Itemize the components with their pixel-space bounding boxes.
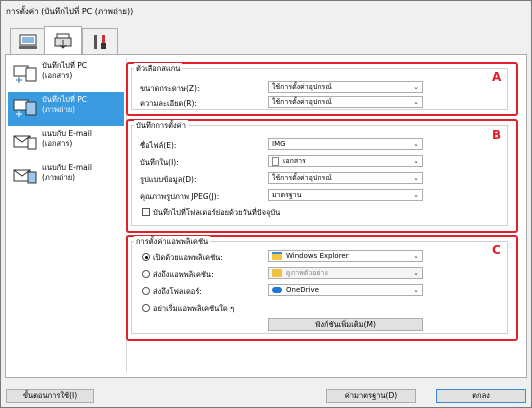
no-app-label: อย่าเริ่มแอพพลิเคชันใด ๆ bbox=[153, 304, 235, 313]
section-letter-a: A bbox=[492, 70, 502, 84]
sidebar-item-email-document[interactable]: แนบกับ E-mail (เอกสาร) bbox=[8, 126, 124, 160]
resolution-label: ความละเอียด(R): bbox=[140, 99, 197, 108]
save-in-value: เอกสาร bbox=[283, 156, 306, 165]
chevron-down-icon: ⌄ bbox=[413, 140, 419, 148]
send-to-folder-value: OneDrive bbox=[286, 286, 319, 294]
tab-general-settings[interactable] bbox=[82, 28, 118, 54]
file-name-value: IMG bbox=[272, 140, 286, 148]
send-to-folder-label: ส่งถึงโฟลเดอร์: bbox=[153, 287, 202, 296]
chevron-down-icon: ⌄ bbox=[413, 157, 419, 165]
app-settings-title: การตั้งค่าแอพพลิเคชัน bbox=[134, 236, 211, 248]
file-name-input[interactable]: IMG ⌄ bbox=[268, 138, 423, 150]
open-with-app-label: เปิดด้วยแอพพลิเคชัน: bbox=[153, 253, 223, 262]
jpeg-quality-select[interactable]: มาตรฐาน ⌄ bbox=[268, 189, 423, 201]
jpeg-quality-label: คุณภาพรูปภาพ JPEG(J): bbox=[140, 192, 220, 201]
section-letter-c: C bbox=[492, 243, 501, 257]
scan-options-title: ตัวเลือกสแกน bbox=[134, 63, 183, 75]
save-settings-title: บันทึกการตั้งค่า bbox=[134, 120, 188, 132]
send-to-folder-select[interactable]: OneDrive ⌄ bbox=[268, 284, 423, 296]
save-to-pc-photo-icon bbox=[13, 99, 37, 117]
document-folder-icon bbox=[272, 156, 279, 166]
more-functions-button[interactable]: ฟังก์ชันเพิ่มเติม(M) bbox=[268, 318, 423, 331]
sidebar: บันทึกไปที่ PC (เอกสาร) บันทึกไปที่ PC (… bbox=[8, 58, 124, 373]
resolution-select[interactable]: ใช้การตั้งค่าอุปกรณ์ ⌄ bbox=[268, 96, 423, 108]
instructions-button[interactable]: ขั้นตอนการใช้(I) bbox=[6, 389, 94, 403]
data-format-value: ใช้การตั้งค่าอุปกรณ์ bbox=[272, 173, 332, 182]
file-name-label: ชื่อไฟล์(E): bbox=[140, 141, 177, 150]
folder-icon bbox=[272, 269, 282, 277]
save-in-select[interactable]: เอกสาร ⌄ bbox=[268, 155, 423, 167]
tab-scan-from-computer[interactable] bbox=[10, 28, 46, 54]
tab-scan-from-operation-panel[interactable] bbox=[44, 26, 82, 54]
sidebar-item-label: บันทึกไปที่ PC (เอกสาร) bbox=[42, 61, 87, 80]
onedrive-icon bbox=[272, 287, 282, 293]
chevron-down-icon: ⌄ bbox=[413, 286, 419, 294]
paper-size-value: ใช้การตั้งค่าอุปกรณ์ bbox=[272, 82, 332, 91]
defaults-button[interactable]: ค่ามาตรฐาน(D) bbox=[326, 389, 416, 403]
subfolder-date-checkbox[interactable] bbox=[142, 208, 150, 216]
send-to-app-value: ดูภาพตัวอย่าง bbox=[286, 268, 328, 277]
chevron-down-icon: ⌄ bbox=[413, 252, 419, 260]
window-title: การตั้งค่า (บันทึกไปที่ PC (ภาพถ่าย)) bbox=[6, 7, 134, 16]
email-photo-icon bbox=[13, 169, 37, 184]
open-with-app-select[interactable]: Windows Explorer ⌄ bbox=[268, 250, 423, 262]
send-to-folder-radio[interactable] bbox=[142, 287, 150, 295]
section-letter-b: B bbox=[492, 128, 502, 142]
scanner-icon bbox=[54, 33, 72, 49]
windows-explorer-icon bbox=[272, 252, 282, 260]
sidebar-item-save-pc-document[interactable]: บันทึกไปที่ PC (เอกสาร) bbox=[8, 58, 124, 92]
send-to-app-select[interactable]: ดูภาพตัวอย่าง ⌄ bbox=[268, 267, 423, 279]
chevron-down-icon: ⌄ bbox=[413, 269, 419, 277]
jpeg-quality-value: มาตรฐาน bbox=[272, 190, 302, 199]
open-with-app-value: Windows Explorer bbox=[286, 252, 349, 260]
computer-icon bbox=[19, 34, 37, 49]
paper-size-select[interactable]: ใช้การตั้งค่าอุปกรณ์ ⌄ bbox=[268, 81, 423, 93]
sidebar-item-label: แนบกับ E-mail (เอกสาร) bbox=[42, 129, 92, 148]
data-format-select[interactable]: ใช้การตั้งค่าอุปกรณ์ ⌄ bbox=[268, 172, 423, 184]
sidebar-item-save-pc-photo[interactable]: บันทึกไปที่ PC (ภาพถ่าย) bbox=[8, 92, 124, 126]
data-format-label: รูปแบบข้อมูล(D): bbox=[140, 175, 197, 184]
save-in-label: บันทึกใน(I): bbox=[140, 158, 179, 167]
sidebar-item-label: แนบกับ E-mail (ภาพถ่าย) bbox=[42, 163, 92, 182]
chevron-down-icon: ⌄ bbox=[413, 191, 419, 199]
sidebar-item-email-photo[interactable]: แนบกับ E-mail (ภาพถ่าย) bbox=[8, 160, 124, 194]
chevron-down-icon: ⌄ bbox=[413, 83, 419, 91]
chevron-down-icon: ⌄ bbox=[413, 174, 419, 182]
sidebar-item-label: บันทึกไปที่ PC (ภาพถ่าย) bbox=[42, 95, 87, 114]
send-to-app-radio[interactable] bbox=[142, 270, 150, 278]
open-with-app-radio[interactable] bbox=[142, 253, 150, 261]
chevron-down-icon: ⌄ bbox=[413, 98, 419, 106]
email-document-icon bbox=[13, 135, 37, 150]
paper-size-label: ขนาดกระดาษ(Z): bbox=[140, 84, 200, 93]
save-to-pc-document-icon bbox=[13, 65, 37, 83]
ok-button[interactable]: ตกลง bbox=[436, 389, 526, 403]
subfolder-date-label: บันทึกไปที่โฟลเดอร์ย่อยด้วยวันที่ปัจจุบั… bbox=[153, 208, 281, 217]
tools-icon bbox=[94, 34, 106, 49]
resolution-value: ใช้การตั้งค่าอุปกรณ์ bbox=[272, 97, 332, 106]
no-app-radio[interactable] bbox=[142, 304, 150, 312]
send-to-app-label: ส่งถึงแอพพลิเคชัน: bbox=[153, 270, 214, 279]
